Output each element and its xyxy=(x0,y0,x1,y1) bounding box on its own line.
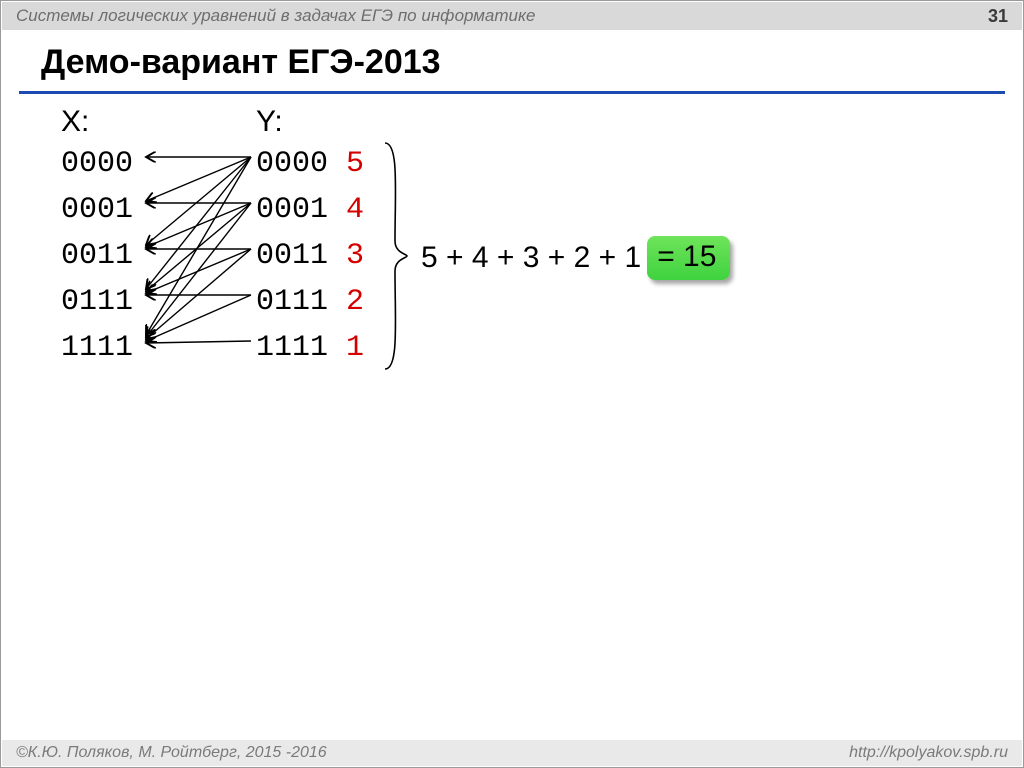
footer-bar: ©К.Ю. Поляков, М. Ройтберг, 2015 -2016 h… xyxy=(2,740,1022,766)
mapping-arrows xyxy=(61,137,256,397)
footer-url: http://kpolyakov.spb.ru xyxy=(849,744,1008,762)
header-bar: Системы логических уравнений в задачах Е… xyxy=(2,2,1022,30)
column-y: Y: 0000 5 0001 4 0011 3 0111 2 1111 1 xyxy=(256,101,364,371)
column-y-row: 0000 5 xyxy=(256,141,364,187)
page-number: 31 xyxy=(988,6,1008,27)
column-y-row: 0011 3 xyxy=(256,233,364,279)
footer-copyright: ©К.Ю. Поляков, М. Ройтберг, 2015 -2016 xyxy=(16,744,327,762)
column-y-label: Y: xyxy=(256,105,364,139)
title-underline xyxy=(19,91,1005,94)
column-x-label: X: xyxy=(61,105,133,139)
slide-title: Демо-вариант ЕГЭ-2013 xyxy=(41,43,441,82)
right-brace-icon xyxy=(381,141,409,371)
column-y-row: 1111 1 xyxy=(256,325,364,371)
column-y-row: 0111 2 xyxy=(256,279,364,325)
sum-expression: 5 + 4 + 3 + 2 + 1 = 15 xyxy=(421,236,730,280)
column-y-row: 0001 4 xyxy=(256,187,364,233)
slide: Системы логических уравнений в задачах Е… xyxy=(0,0,1024,768)
sum-result-badge: = 15 xyxy=(647,236,730,280)
sum-terms: 5 + 4 + 3 + 2 + 1 xyxy=(421,241,641,275)
header-title: Системы логических уравнений в задачах Е… xyxy=(16,6,536,26)
